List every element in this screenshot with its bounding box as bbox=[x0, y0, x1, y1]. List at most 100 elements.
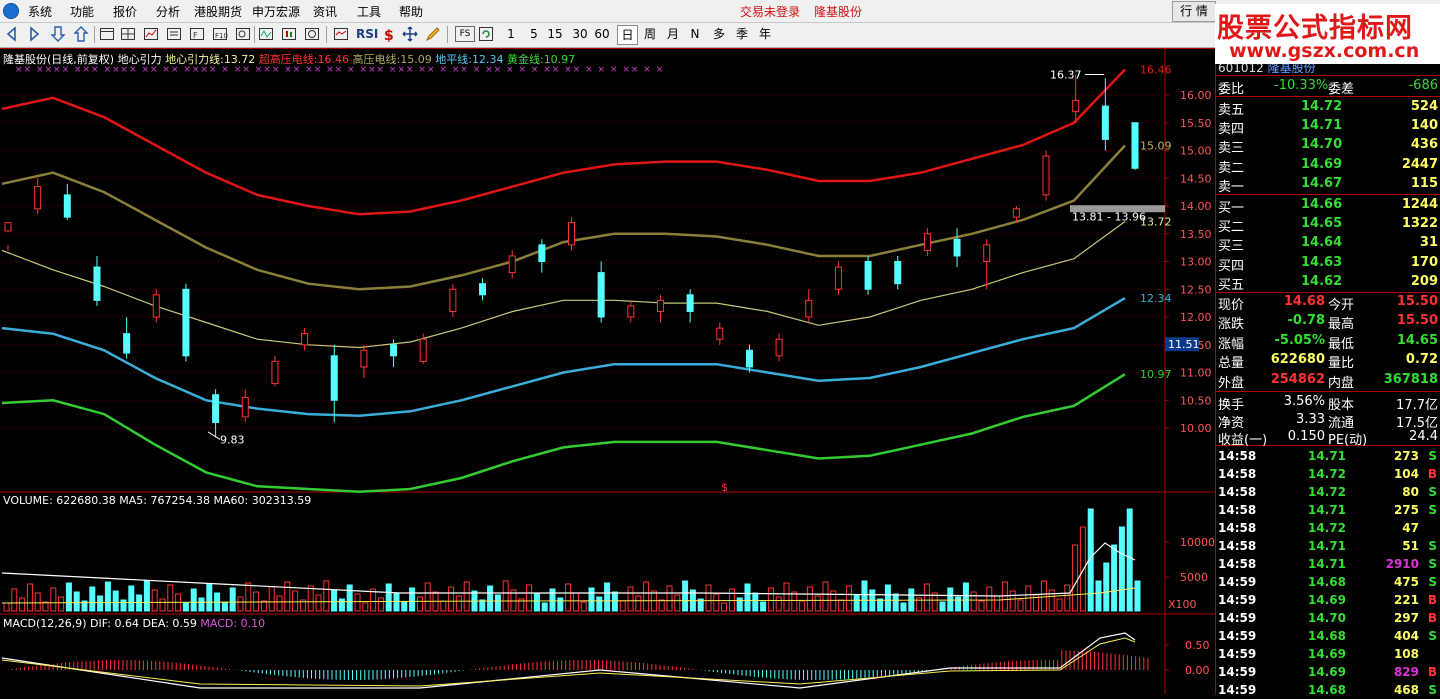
tick-volume: 51 bbox=[1402, 539, 1419, 553]
volume-bar bbox=[853, 594, 860, 612]
refresh-icon[interactable] bbox=[478, 26, 494, 42]
period-quarter[interactable]: 季 bbox=[733, 25, 751, 44]
tick-row: 14:59 14.68 468 S bbox=[1216, 681, 1440, 699]
volume-bar bbox=[112, 590, 119, 612]
candle-body bbox=[508, 255, 516, 274]
stat-value-2: 0.72 bbox=[1405, 352, 1438, 368]
waves-icon[interactable] bbox=[258, 26, 274, 42]
indicator-icon[interactable] bbox=[333, 26, 349, 42]
menu-quote[interactable]: 报价 bbox=[113, 3, 137, 20]
stat-label: 外盘 bbox=[1218, 375, 1245, 391]
pen-icon[interactable] bbox=[425, 26, 441, 42]
down-arrow-icon[interactable] bbox=[50, 26, 66, 42]
volume-bar bbox=[463, 581, 470, 612]
tick-volume: 829 bbox=[1393, 665, 1419, 679]
stat-row: 现价 14.68 今开 15.50 bbox=[1216, 293, 1440, 313]
bid-volume: 1244 bbox=[1401, 197, 1438, 212]
move-icon[interactable] bbox=[402, 26, 418, 42]
tick-volume: 108 bbox=[1393, 647, 1419, 661]
ask-row: 卖三 14.70 436 bbox=[1216, 136, 1440, 156]
series-line-4 bbox=[1, 297, 1126, 418]
up-arrow-icon[interactable] bbox=[73, 26, 89, 42]
grid-icon[interactable] bbox=[120, 26, 136, 42]
candles-icon[interactable] bbox=[281, 26, 297, 42]
volume-bar bbox=[533, 593, 540, 612]
volume-bar bbox=[986, 586, 993, 612]
candle-body bbox=[538, 244, 546, 263]
menu-function[interactable]: 功能 bbox=[70, 3, 94, 20]
volume-bar bbox=[260, 600, 267, 612]
macd-title: MACD(12,26,9) bbox=[3, 617, 87, 630]
quote-button[interactable]: 行 情 bbox=[1172, 1, 1216, 22]
tick-volume: 273 bbox=[1393, 449, 1419, 463]
kline-chart[interactable]: 16.00 15.50 15.00 14.50 14.00 13.50 13.00 12.50… bbox=[0, 48, 1215, 694]
svg-text:F10: F10 bbox=[215, 32, 228, 40]
volume-bar bbox=[331, 589, 338, 612]
period-5min[interactable]: 5 bbox=[525, 25, 543, 44]
y-tick-label: 14.00 bbox=[1180, 200, 1212, 213]
tick-flag: S bbox=[1428, 557, 1437, 571]
volume-bar bbox=[338, 598, 345, 612]
menu-system[interactable]: 系统 bbox=[28, 3, 52, 20]
volume-bar bbox=[409, 587, 416, 612]
ask-volume: 524 bbox=[1410, 99, 1438, 114]
vol-label: VOLUME: bbox=[3, 494, 53, 507]
tick-row: 14:59 14.70 297 B bbox=[1216, 609, 1440, 627]
back-icon[interactable] bbox=[4, 26, 20, 42]
stat-row: 外盘 254862 内盘 367818 bbox=[1216, 371, 1440, 391]
volume-bar bbox=[814, 595, 821, 612]
trend-icon[interactable] bbox=[143, 26, 159, 42]
period-1min[interactable]: 1 bbox=[502, 25, 520, 44]
series-line-2 bbox=[1, 144, 1126, 291]
fs-button[interactable]: FS bbox=[455, 26, 475, 42]
stat2-label: 收益(一) bbox=[1218, 433, 1268, 449]
candle-body bbox=[716, 327, 724, 340]
fund-icon[interactable]: F bbox=[189, 26, 205, 42]
menu-news[interactable]: 资讯 bbox=[313, 3, 337, 20]
volume-bar bbox=[89, 586, 96, 612]
bid-label: 买二 bbox=[1218, 220, 1245, 236]
volume-bar bbox=[1009, 590, 1016, 612]
bid-row: 买五 14.62 209 bbox=[1216, 273, 1440, 293]
forward-icon[interactable] bbox=[26, 26, 42, 42]
period-60min[interactable]: 60 bbox=[593, 25, 611, 44]
money-icon[interactable]: $ bbox=[381, 26, 397, 42]
dea-line bbox=[1, 637, 1136, 687]
period-15min[interactable]: 15 bbox=[546, 25, 564, 44]
menu-hk-futures[interactable]: 港股期货 bbox=[194, 3, 242, 20]
candle-body bbox=[360, 349, 368, 368]
weibi-value: -10.33% bbox=[1274, 78, 1329, 93]
menu-tools[interactable]: 工具 bbox=[357, 3, 381, 20]
menu-help[interactable]: 帮助 bbox=[399, 3, 423, 20]
period-week[interactable]: 周 bbox=[641, 25, 659, 44]
period-30min[interactable]: 30 bbox=[571, 25, 589, 44]
period-month[interactable]: 月 bbox=[664, 25, 682, 44]
ask-row: 卖一 14.67 115 bbox=[1216, 175, 1440, 195]
f10-icon[interactable]: F10 bbox=[212, 26, 228, 42]
vol-unit: X100 bbox=[1168, 598, 1197, 611]
window-icon[interactable] bbox=[99, 26, 115, 42]
menu-analysis[interactable]: 分析 bbox=[156, 3, 180, 20]
tick-time: 14:58 bbox=[1218, 485, 1257, 499]
period-n[interactable]: N bbox=[686, 25, 704, 44]
period-day[interactable]: 日 bbox=[617, 25, 638, 45]
volume-bar bbox=[58, 596, 65, 612]
tick-row: 14:59 14.68 475 S bbox=[1216, 573, 1440, 591]
chart-area[interactable]: 16.00 15.50 15.00 14.50 14.00 13.50 13.00 12.50… bbox=[0, 48, 1215, 694]
period-multi[interactable]: 多 bbox=[710, 25, 728, 44]
period-year[interactable]: 年 bbox=[756, 25, 774, 44]
ma5-value: 767254.38 bbox=[150, 494, 211, 507]
candle-body bbox=[390, 344, 398, 357]
volume-bar bbox=[744, 583, 751, 612]
rsi-button[interactable]: RSI bbox=[356, 25, 378, 44]
list-icon[interactable] bbox=[166, 26, 182, 42]
volume-bar bbox=[806, 586, 813, 612]
volume-bar bbox=[167, 584, 174, 612]
magnifier-icon[interactable] bbox=[235, 26, 251, 42]
trade-status[interactable]: 交易未登录 bbox=[740, 3, 800, 20]
tick-row: 14:59 14.69 108 bbox=[1216, 645, 1440, 663]
volume-bar bbox=[596, 596, 603, 612]
menu-shenwan[interactable]: 申万宏源 bbox=[252, 3, 300, 20]
stat-value: -0.78 bbox=[1287, 313, 1325, 329]
cycle-icon[interactable] bbox=[304, 26, 320, 42]
